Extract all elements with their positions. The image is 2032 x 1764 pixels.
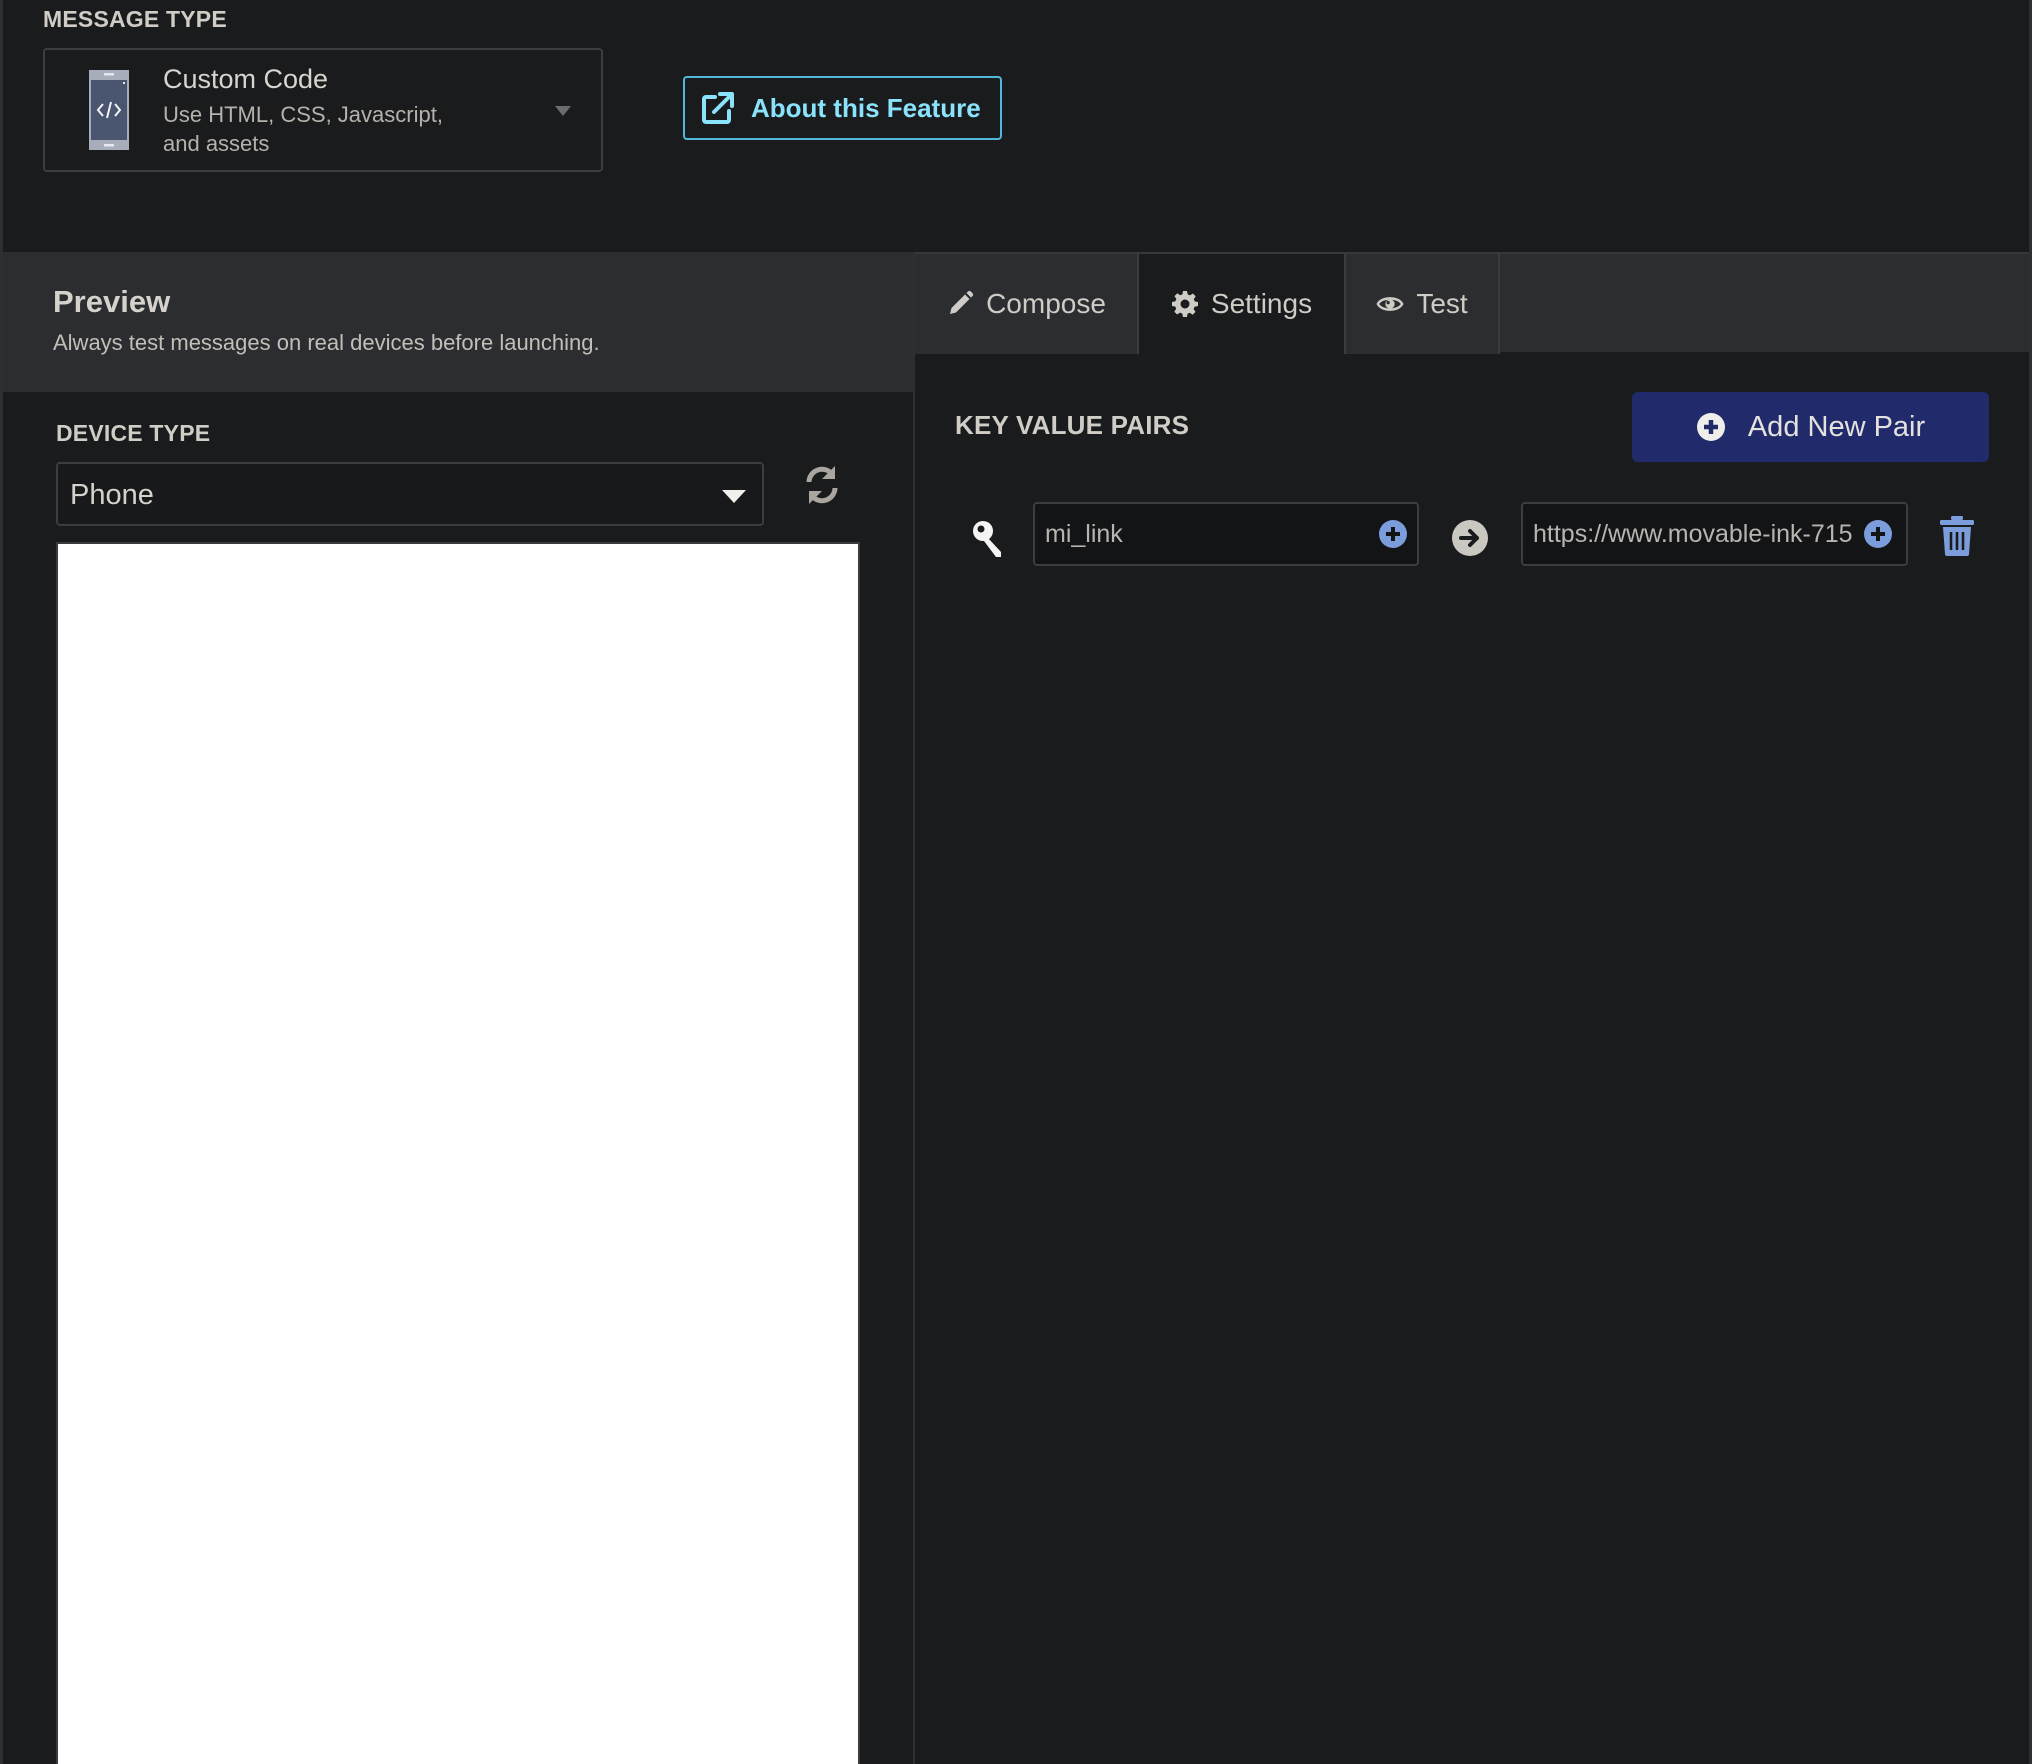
gear-icon: [1171, 291, 1198, 317]
tab-bar: Compose Settings Test: [915, 252, 2029, 354]
insert-variable-icon[interactable]: [1864, 520, 1892, 548]
message-type-dropdown[interactable]: Custom Code Use HTML, CSS, Javascript, a…: [43, 48, 603, 172]
device-type-value: Phone: [70, 479, 154, 511]
arrow-right-icon: [1452, 520, 1488, 556]
preview-subtitle: Always test messages on real devices bef…: [53, 330, 600, 355]
value-input-value: https://www.movable-ink-715: [1533, 519, 1853, 548]
add-new-pair-label: Add New Pair: [1747, 410, 1926, 443]
tab-test-label: Test: [1416, 288, 1468, 319]
tab-compose-label: Compose: [986, 288, 1106, 319]
chevron-down-icon: [722, 490, 746, 503]
plus-circle-icon: [1696, 413, 1725, 441]
preview-title: Preview: [53, 284, 171, 319]
key-input[interactable]: mi_link: [1033, 502, 1419, 566]
insert-variable-icon[interactable]: [1379, 520, 1407, 548]
add-new-pair-button[interactable]: Add New Pair: [1632, 392, 1989, 462]
message-type-label: MESSAGE TYPE: [43, 6, 227, 32]
tab-settings[interactable]: Settings: [1139, 254, 1346, 354]
value-input[interactable]: https://www.movable-ink-715: [1521, 502, 1908, 566]
tab-settings-label: Settings: [1210, 288, 1313, 319]
key-icon: [973, 521, 1001, 557]
preview-header: Preview Always test messages on real dev…: [3, 252, 914, 392]
pencil-icon: [950, 290, 974, 314]
trash-icon[interactable]: [1940, 516, 1974, 556]
tab-test[interactable]: Test: [1346, 254, 1500, 354]
key-value-pairs-label: KEY VALUE PAIRS: [955, 410, 1190, 440]
eye-icon: [1376, 297, 1404, 311]
panel-divider: [913, 252, 915, 1764]
message-type-title: Custom Code: [163, 64, 329, 94]
key-input-value: mi_link: [1045, 519, 1123, 548]
message-type-description: Use HTML, CSS, Javascript, and assets: [163, 102, 443, 156]
tab-compose[interactable]: Compose: [915, 254, 1139, 354]
device-type-select[interactable]: Phone: [56, 462, 764, 526]
about-feature-label: About this Feature: [751, 92, 981, 123]
key-value-row: mi_link https://www.movable-ink-715: [955, 502, 1995, 568]
device-preview-canvas: [56, 542, 860, 1764]
chevron-down-icon: [555, 106, 571, 116]
refresh-icon[interactable]: [802, 462, 842, 508]
external-link-icon: [702, 92, 734, 124]
device-type-label: DEVICE TYPE: [56, 420, 211, 446]
phone-code-icon: [89, 70, 129, 150]
about-feature-button[interactable]: About this Feature: [683, 76, 1002, 140]
